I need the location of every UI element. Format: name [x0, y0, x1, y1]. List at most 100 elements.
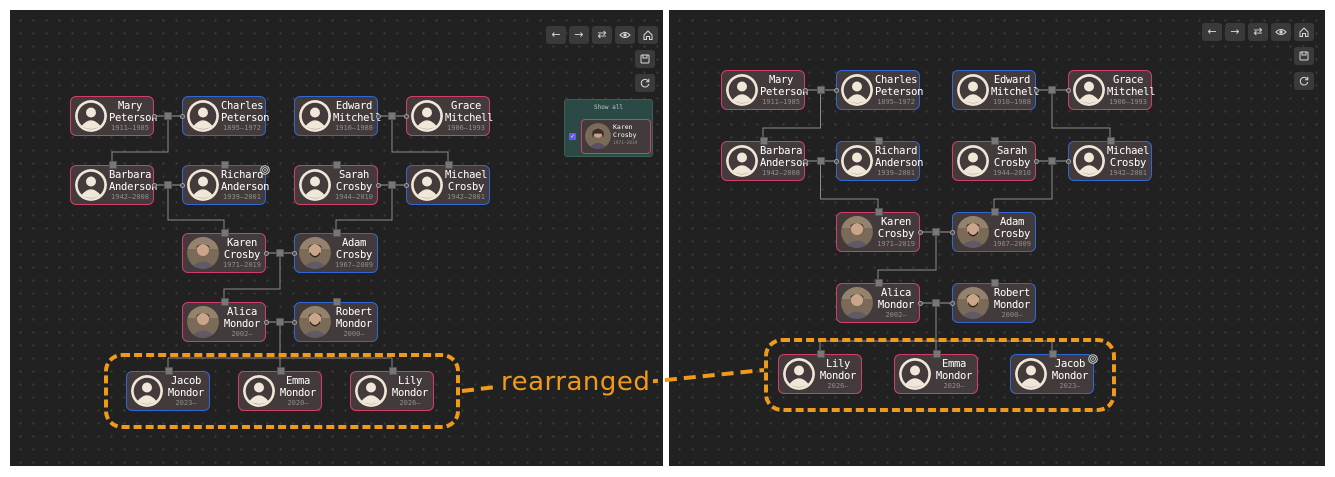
union-port[interactable]	[291, 319, 297, 325]
union-handle[interactable]	[1048, 86, 1056, 94]
person-card-barbara[interactable]: Barbara Anderson 1942–2008	[721, 137, 808, 181]
person-card-michael[interactable]: Michael Crosby 1942–2001	[1068, 137, 1152, 181]
union-handle[interactable]	[816, 86, 825, 94]
union-port[interactable]	[179, 182, 185, 188]
arrow-left-icon[interactable]: ←	[1202, 23, 1222, 41]
union-port[interactable]	[1065, 87, 1071, 93]
parent-handle[interactable]	[445, 161, 453, 169]
parent-handle[interactable]	[109, 161, 117, 169]
parent-handle[interactable]	[991, 208, 999, 216]
arrow-left-icon[interactable]: ←	[546, 26, 566, 44]
save-icon[interactable]	[635, 50, 655, 68]
person-name: Barbara Anderson	[109, 169, 157, 193]
union-port[interactable]	[263, 250, 269, 256]
union-handle[interactable]	[816, 157, 825, 165]
show-all-checkbox[interactable]: ✓	[569, 133, 576, 140]
union-port[interactable]	[151, 113, 157, 119]
parent-handle[interactable]	[221, 298, 229, 306]
union-port[interactable]	[802, 87, 808, 93]
person-card-barbara[interactable]: Barbara Anderson 1942–2008	[70, 161, 157, 205]
preview-person-card[interactable]: Karen Crosby 1971–2019	[581, 119, 651, 154]
union-port[interactable]	[917, 300, 923, 306]
union-port[interactable]	[833, 87, 839, 93]
parent-handle[interactable]	[875, 279, 883, 287]
refresh-icon[interactable]	[1294, 72, 1314, 90]
save-icon[interactable]	[1294, 47, 1314, 65]
home-icon[interactable]	[638, 26, 658, 44]
eye-icon[interactable]	[615, 26, 635, 44]
parent-handle[interactable]	[991, 279, 999, 287]
arrow-right-icon[interactable]: →	[1225, 23, 1245, 41]
union-port[interactable]	[1033, 87, 1039, 93]
parent-handle[interactable]	[221, 229, 229, 237]
parent-handle[interactable]	[333, 161, 341, 169]
union-handle[interactable]	[388, 112, 396, 120]
union-handle[interactable]	[276, 249, 284, 257]
union-handle[interactable]	[164, 181, 172, 189]
refresh-icon[interactable]	[635, 74, 655, 92]
person-name: Charles Peterson	[875, 74, 923, 98]
union-port[interactable]	[403, 182, 409, 188]
eye-icon[interactable]	[1271, 23, 1291, 41]
life-dates: 1895–1972	[877, 98, 915, 106]
union-handle[interactable]	[932, 299, 940, 307]
parent-handle[interactable]	[875, 208, 883, 216]
person-card-robert[interactable]: Robert Mondor 2000–	[952, 279, 1036, 323]
person-card-alica[interactable]: Alica Mondor 2002–	[836, 279, 920, 323]
swap-icon[interactable]: ⇄	[1248, 23, 1268, 41]
union-port[interactable]	[949, 229, 955, 235]
person-card-grace[interactable]: Grace Mitchell 1906–1993	[406, 96, 493, 136]
home-icon[interactable]	[1294, 23, 1314, 41]
person-card-mary[interactable]: Mary Peterson 1911–1985	[70, 96, 157, 136]
union-port[interactable]	[1033, 158, 1039, 164]
parent-handle[interactable]	[333, 229, 341, 237]
union-port[interactable]	[917, 229, 923, 235]
union-port[interactable]	[375, 182, 381, 188]
person-card-karen[interactable]: Karen Crosby 1971–2019	[836, 208, 920, 252]
person-card-mary[interactable]: Mary Peterson 1911–1985	[721, 70, 808, 110]
person-card-sarah[interactable]: Sarah Crosby 1944–2010	[294, 161, 378, 205]
union-handle[interactable]	[932, 228, 940, 236]
life-dates: 1910–1988	[993, 98, 1031, 106]
union-handle[interactable]	[1048, 157, 1056, 165]
parent-handle[interactable]	[991, 137, 999, 145]
arrow-right-icon[interactable]: →	[569, 26, 589, 44]
union-port[interactable]	[375, 113, 381, 119]
person-card-alica[interactable]: Alica Mondor 2002–	[182, 298, 266, 342]
union-handle[interactable]	[164, 112, 172, 120]
person-card-richard[interactable]: Richard Anderson 1939–2001	[836, 137, 923, 181]
person-name: Richard Anderson	[875, 145, 923, 169]
person-card-karen[interactable]: Karen Crosby 1971–2019	[182, 229, 266, 273]
union-port[interactable]	[1065, 158, 1071, 164]
parent-handle[interactable]	[1107, 137, 1115, 145]
person-name: Michael Crosby	[445, 169, 487, 193]
union-port[interactable]	[179, 113, 185, 119]
union-port[interactable]	[151, 182, 157, 188]
union-port[interactable]	[403, 113, 409, 119]
union-port[interactable]	[291, 250, 297, 256]
show-all-label[interactable]: Show all	[565, 104, 652, 111]
person-card-adam[interactable]: Adam Crosby 1967–2009	[294, 229, 378, 273]
person-card-grace[interactable]: Grace Mitchell 1906–1993	[1068, 70, 1155, 110]
swap-icon[interactable]: ⇄	[592, 26, 612, 44]
person-card-richard[interactable]: Richard Anderson 1939–2001	[182, 161, 270, 205]
union-port[interactable]	[833, 158, 839, 164]
parent-handle[interactable]	[221, 161, 229, 169]
parent-handle[interactable]	[333, 298, 341, 306]
person-card-charles[interactable]: Charles Peterson 1895–1972	[182, 96, 269, 136]
union-port[interactable]	[802, 158, 808, 164]
union-handle[interactable]	[276, 318, 284, 326]
parent-handle[interactable]	[875, 137, 883, 145]
person-card-adam[interactable]: Adam Crosby 1967–2009	[952, 208, 1036, 252]
person-card-edward[interactable]: Edward Mitchell 1910–1988	[952, 70, 1039, 110]
person-card-edward[interactable]: Edward Mitchell 1910–1988	[294, 96, 381, 136]
union-handle[interactable]	[388, 181, 396, 189]
union-port[interactable]	[263, 319, 269, 325]
person-card-robert[interactable]: Robert Mondor 2000–	[294, 298, 378, 342]
union-port[interactable]	[949, 300, 955, 306]
person-name: Karen Crosby	[875, 216, 917, 240]
parent-handle[interactable]	[760, 137, 768, 145]
person-card-charles[interactable]: Charles Peterson 1895–1972	[836, 70, 923, 110]
person-card-michael[interactable]: Michael Crosby 1942–2001	[406, 161, 490, 205]
person-card-sarah[interactable]: Sarah Crosby 1944–2010	[952, 137, 1036, 181]
